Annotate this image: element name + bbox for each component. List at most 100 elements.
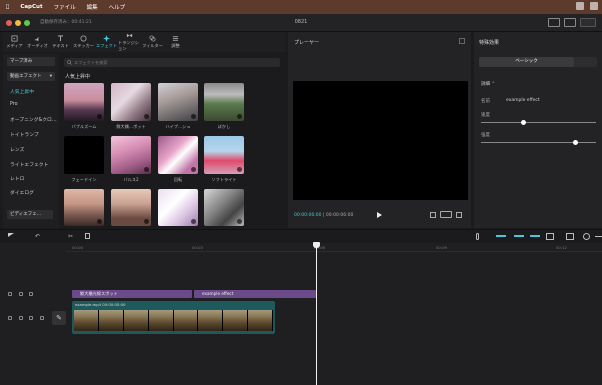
effect-thumb-blur[interactable] [204,83,244,121]
effect-label: フェードイン [71,177,97,182]
layout-icon[interactable] [548,18,560,27]
split-icon[interactable]: ✂ [68,233,73,240]
effect-thumb-11[interactable] [158,189,198,226]
effect-thumb-soft-light[interactable] [204,136,244,174]
tab-label: トランジション [118,40,139,51]
shortcut-icon[interactable] [564,18,576,27]
undo-icon[interactable]: ↶ [35,233,40,240]
status-icon[interactable] [590,2,598,10]
select-tool-icon[interactable] [8,233,14,237]
playhead[interactable] [316,244,317,385]
sidebar-item-lens[interactable]: レンズ [10,146,24,153]
sidebar-item-retro[interactable]: レトロ [10,175,24,182]
tab-media[interactable]: メディア [3,32,26,52]
project-title: 0821 [294,19,308,25]
zoom-slider[interactable] [595,236,602,237]
tick-label: 00:12 [556,245,567,250]
export-button[interactable] [580,18,596,27]
tick-label: 00:00 [72,245,83,250]
sidebar-item-7[interactable]: ダイエログ [10,189,34,196]
effect-thumb-9[interactable] [64,189,104,226]
download-icon [144,114,149,119]
video-viewport[interactable] [293,81,468,200]
effect-thumb-fade-in[interactable] [64,136,104,174]
effect-label: バブルズーム [71,124,97,129]
tab-audio[interactable]: オーディオ [26,32,49,52]
status-icon[interactable] [576,2,584,10]
cover-button[interactable]: ✎ [52,311,66,325]
effect-clip-example[interactable]: example effect [194,290,316,298]
timecode: 00:00:06:00 | 00:00:06:00 [294,213,354,218]
sidebar-item-trending[interactable]: 人気上昇中 [10,88,34,95]
fullscreen-icon[interactable] [430,212,436,218]
expand-icon[interactable] [456,212,462,218]
track-eye-icon[interactable] [29,292,33,296]
link-icon[interactable] [496,235,506,237]
effect-thumb-rotate[interactable] [158,136,198,174]
properties-tabs: ベーシック [479,57,597,67]
tab-text[interactable]: テキスト [49,32,72,52]
tab-adjust[interactable]: 調整 [164,32,187,52]
effect-thumb-spotlight[interactable] [111,83,151,121]
delete-icon[interactable] [85,233,90,239]
strength-label: 強度 [481,133,490,138]
play-icon[interactable] [377,212,382,218]
microphone-icon[interactable] [476,233,479,240]
track-visibility-icon[interactable] [19,292,23,296]
strength-slider[interactable] [481,140,596,145]
snap-icon[interactable] [514,235,524,237]
magnet-icon[interactable] [530,235,540,237]
track-more-icon[interactable] [40,316,44,320]
sidebar-item-pro[interactable]: Pro [10,102,18,107]
tab-label: フィルター [142,43,163,48]
app-menu[interactable]: CapCut [20,4,42,10]
tab-filters[interactable]: フィルター [141,32,164,52]
category-dropdown[interactable]: 動画エフェクト ▾ [7,72,55,81]
caption-icon[interactable] [566,233,574,240]
effect-clip-spotlight[interactable]: 鮮大橋光線スポット [72,290,192,298]
time-ruler[interactable]: 00:00 00:03 00:06 00:09 00:12 [66,243,602,252]
current-time: 00:00:06:00 [294,213,322,218]
chevron-down-icon[interactable]: ⌃ [491,82,495,87]
sidebar-top-button[interactable]: マーブ済み [7,57,55,66]
filmstrip-frame [123,310,149,331]
player-menu-icon[interactable] [459,38,465,44]
video-clip[interactable]: example.mp4 00:00:05:00 [72,301,275,334]
sidebar-item-3[interactable]: トイトランプ [10,131,39,138]
tab-stickers[interactable]: ステッカー [72,32,95,52]
help-menu[interactable]: ヘルプ [109,3,126,11]
download-icon [191,114,196,119]
track-lock-icon[interactable] [8,316,12,320]
speed-slider[interactable] [481,120,596,125]
effect-name-label: 名前 [481,99,490,104]
total-time: 00:00:06:00 [325,213,354,218]
sidebar-item-light[interactable]: ライトエフェクト [10,161,48,168]
track-visibility-icon[interactable] [19,316,23,320]
effect-thumb-10[interactable] [111,189,151,226]
effect-thumb-hype[interactable] [158,83,198,121]
strength-slider-knob[interactable] [573,140,578,145]
ratio-icon[interactable] [440,211,452,218]
edit-icon: ✎ [56,314,62,322]
file-menu[interactable]: ファイル [54,3,76,11]
effect-thumb-pulse[interactable] [111,136,151,174]
effects-search-input[interactable]: エフェクトを検索 [64,58,280,67]
track-lock-icon[interactable] [8,292,12,296]
effect-thumb-12[interactable] [204,189,244,226]
sidebar-item-video-effects[interactable]: ビディエフェ… [7,210,53,219]
filmstrip-frame [148,310,174,331]
tab-basic[interactable]: ベーシック [479,57,574,67]
zoom-out-icon[interactable] [583,233,590,240]
tab-transitions[interactable]: トランジション [118,32,141,52]
effect-label: バルス2 [123,177,139,182]
tab-effects[interactable]: エフェクト [95,32,118,52]
edit-menu[interactable]: 編集 [87,3,98,11]
speed-slider-knob[interactable] [521,120,527,125]
sidebar-item-opening[interactable]: オープニング&クロ… [10,116,57,123]
tab-label: メディア [6,43,23,48]
effect-thumb-bubble-zoom[interactable] [64,83,104,121]
effect-label: 鮮大橋…ボット [116,124,146,129]
track-mute-icon[interactable] [29,316,33,320]
preview-icon[interactable] [546,233,554,240]
apple-icon[interactable]:  [6,4,9,10]
